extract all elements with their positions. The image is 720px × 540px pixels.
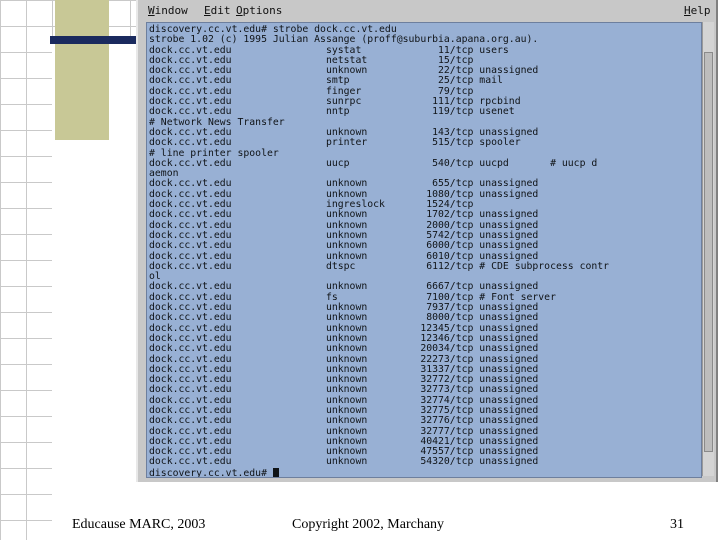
menu-help[interactable]: Help	[684, 4, 711, 17]
page-number: 31	[670, 517, 684, 532]
terminal-line: dock.cc.vt.edu dtspc 6112/tcp # CDE subp…	[149, 260, 610, 272]
menu-bar: Window Edit Options Help	[138, 0, 716, 20]
terminal-window: Window Edit Options Help discovery.cc.vt…	[136, 0, 718, 482]
scrollbar-thumb[interactable]	[704, 52, 713, 452]
footer-copyright: Copyright 2002, Marchany	[292, 517, 445, 532]
terminal-cursor	[272, 467, 279, 477]
slide-grid-left	[0, 0, 52, 540]
menu-options[interactable]: Options	[236, 4, 282, 17]
terminal-screen[interactable]: discovery.cc.vt.edu# strobe dock.cc.vt.e…	[146, 22, 702, 478]
menu-edit[interactable]: Edit	[204, 4, 231, 17]
terminal-line: dock.cc.vt.edu unknown 54320/tcp unassig…	[149, 456, 539, 468]
terminal-line: discovery.cc.vt.edu#	[149, 467, 273, 478]
vertical-scrollbar[interactable]	[702, 22, 714, 476]
slide-accent-bar	[50, 36, 136, 44]
slide-accent-block	[55, 0, 109, 140]
menu-window[interactable]: Window	[148, 4, 188, 17]
terminal-line: dock.cc.vt.edu uucp 540/tcp uucpd # uucp…	[149, 157, 598, 169]
footer-event: Educause MARC, 2003	[72, 517, 206, 532]
terminal-output: discovery.cc.vt.edu# strobe dock.cc.vt.e…	[147, 23, 701, 478]
